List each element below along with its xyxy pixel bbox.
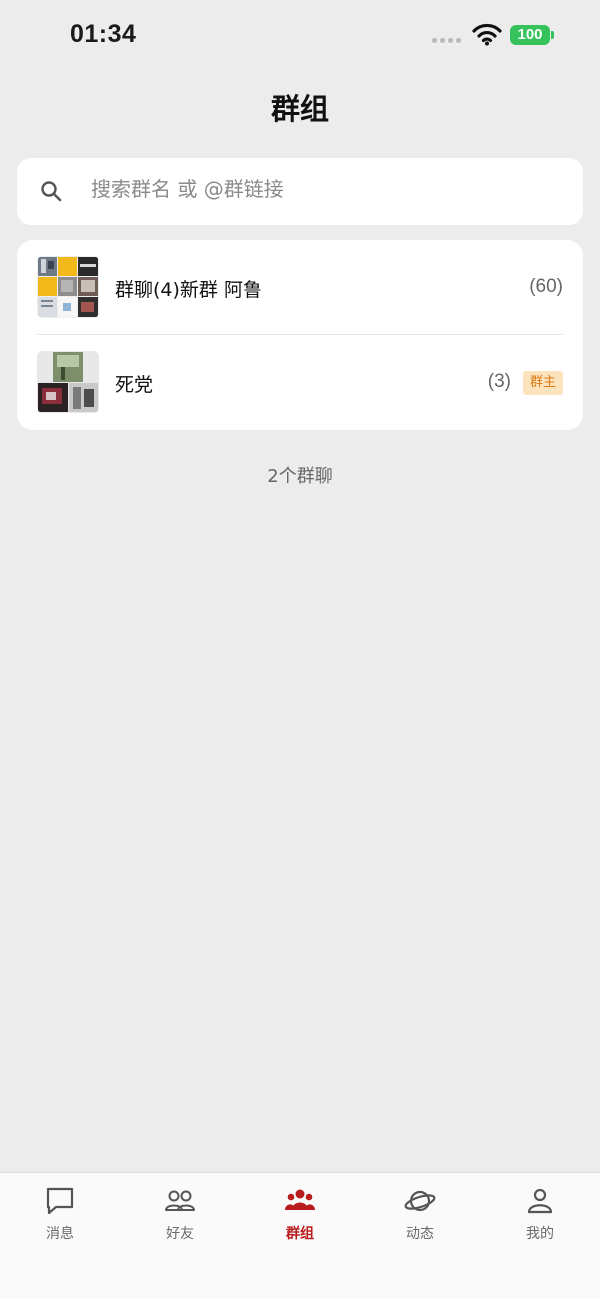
page-title: 群组 (270, 92, 329, 126)
friends-icon (165, 1190, 195, 1211)
profile-icon (527, 1188, 553, 1214)
tab-label: 我的 (526, 1226, 554, 1242)
search-icon (41, 181, 62, 202)
group-collage-avatar (37, 351, 99, 413)
group-list: 群聊(4)新群 阿鲁 (60) 死党 (3) 群主 (17, 240, 583, 430)
search-bar[interactable] (17, 158, 583, 225)
cellular-signal-icon (432, 38, 461, 43)
wifi-icon (472, 23, 502, 46)
tab-messages[interactable]: 消息 (0, 1173, 120, 1253)
tab-moments[interactable]: 动态 (360, 1173, 480, 1253)
owner-badge: 群主 (523, 371, 563, 395)
battery-indicator: 100 (510, 25, 550, 45)
group-row[interactable]: 死党 (3) (17, 335, 583, 430)
tab-bar: 消息 好友 群组 动态 我的 (0, 1172, 600, 1299)
tab-label: 好友 (166, 1226, 194, 1242)
search-input[interactable] (91, 177, 561, 201)
tab-label: 动态 (406, 1226, 434, 1242)
group-row[interactable]: 群聊(4)新群 阿鲁 (60) (17, 240, 583, 335)
member-count: (60) (529, 276, 563, 297)
tab-label: 群组 (286, 1226, 314, 1242)
status-bar: 01:34 100 (0, 0, 600, 72)
message-icon (46, 1187, 74, 1215)
group-total-count: 2个群聊 (267, 466, 333, 487)
status-time: 01:34 (70, 20, 137, 48)
planet-icon (404, 1190, 436, 1212)
tab-friends[interactable]: 好友 (120, 1173, 240, 1253)
group-name: 群聊(4)新群 阿鲁 (115, 279, 262, 301)
member-count: (3) (487, 371, 511, 392)
group-collage-avatar (37, 256, 99, 318)
battery-tip (551, 31, 554, 39)
tab-profile[interactable]: 我的 (480, 1173, 600, 1253)
tab-label: 消息 (46, 1226, 74, 1242)
group-name: 死党 (115, 374, 154, 396)
groups-icon (285, 1189, 315, 1210)
tab-groups[interactable]: 群组 (240, 1173, 360, 1253)
